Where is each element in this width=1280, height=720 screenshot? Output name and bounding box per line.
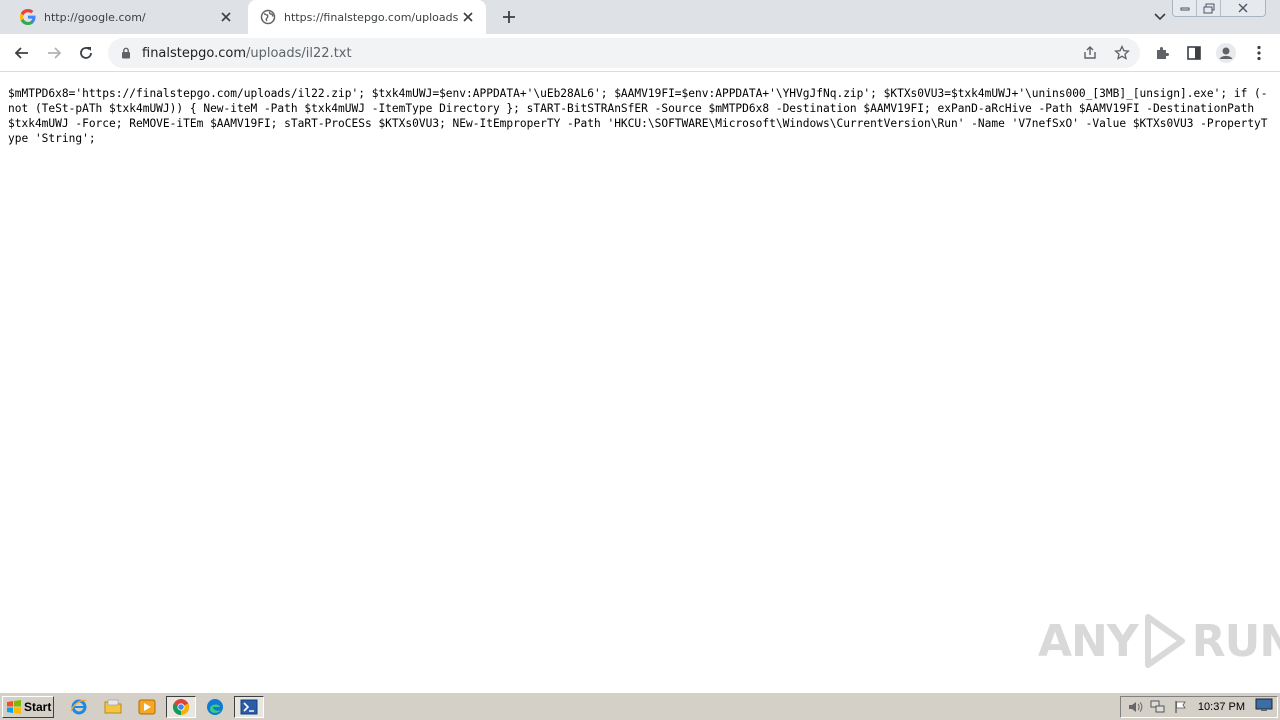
tab-strip: http://google.com/ https://finalstepgo.c… <box>0 0 1280 34</box>
action-center-flag-icon[interactable] <box>1172 699 1190 715</box>
profile-avatar-icon[interactable] <box>1216 43 1236 63</box>
network-icon[interactable] <box>1149 699 1167 715</box>
watermark-text-left: ANY <box>1038 615 1139 667</box>
back-button[interactable] <box>8 39 36 67</box>
url-path: /uploads/il22.txt <box>246 45 352 61</box>
url-domain: finalstepgo.com <box>142 45 246 61</box>
extensions-icon[interactable] <box>1152 43 1172 63</box>
tab-google[interactable]: http://google.com/ <box>8 0 244 34</box>
restore-button[interactable] <box>1197 0 1221 16</box>
forward-button[interactable] <box>40 39 68 67</box>
reload-icon <box>80 47 92 59</box>
tab-title: http://google.com/ <box>44 10 146 24</box>
speaker-icon[interactable] <box>1126 699 1144 715</box>
lock-icon[interactable] <box>118 45 134 61</box>
new-tab-button[interactable] <box>498 6 520 28</box>
tab-finalstepgo[interactable]: https://finalstepgo.com/uploads/il22.txt <box>248 0 486 34</box>
close-window-button[interactable] <box>1221 0 1265 16</box>
page-content: $mMTPD6x8='https://finalstepgo.com/uploa… <box>0 73 1280 692</box>
close-icon <box>1238 3 1248 13</box>
tray-clock[interactable]: 10:37 PM <box>1198 701 1245 713</box>
arrow-right-icon <box>48 47 62 59</box>
plain-text-body: $mMTPD6x8='https://finalstepgo.com/uploa… <box>8 87 1268 145</box>
system-tray: 10:37 PM <box>1120 696 1278 718</box>
share-icon[interactable] <box>1082 45 1098 61</box>
media-player-icon[interactable] <box>136 697 158 717</box>
arrow-left-icon <box>14 47 28 59</box>
windows-taskbar: Start 10:37 PM <box>0 692 1280 720</box>
plus-icon <box>503 11 515 23</box>
show-desktop-icon[interactable] <box>1255 698 1273 717</box>
chevron-down-icon <box>1154 13 1166 21</box>
window-controls <box>1172 0 1266 17</box>
globe-icon <box>260 9 276 25</box>
tab-title: https://finalstepgo.com/uploads/il22.txt <box>284 10 458 24</box>
close-tab-icon[interactable] <box>458 7 478 27</box>
url-text: finalstepgo.com/uploads/il22.txt <box>142 46 352 61</box>
bookmark-star-icon[interactable] <box>1114 45 1130 61</box>
minimize-button[interactable] <box>1173 0 1197 16</box>
play-logo-icon <box>1144 614 1185 668</box>
side-panel-icon[interactable] <box>1184 43 1204 63</box>
reload-button[interactable] <box>72 39 100 67</box>
anyrun-watermark: ANY RUN <box>1038 610 1280 672</box>
google-g-icon <box>20 9 36 25</box>
ie-icon[interactable] <box>68 697 90 717</box>
start-button[interactable]: Start <box>2 696 54 718</box>
address-bar[interactable]: finalstepgo.com/uploads/il22.txt <box>108 38 1140 68</box>
chrome-icon[interactable] <box>166 696 196 718</box>
browser-toolbar: finalstepgo.com/uploads/il22.txt <box>0 34 1280 72</box>
watermark-text-right: RUN <box>1191 615 1280 667</box>
windows-flag-icon <box>7 700 21 714</box>
restore-icon <box>1203 3 1214 13</box>
start-label: Start <box>24 700 52 714</box>
close-tab-icon[interactable] <box>216 7 236 27</box>
kebab-menu-icon[interactable] <box>1249 43 1269 63</box>
minimize-icon <box>1180 7 1189 11</box>
folder-icon[interactable] <box>102 697 124 717</box>
powershell-icon[interactable] <box>234 696 264 718</box>
edge-icon[interactable] <box>204 697 226 717</box>
tab-search-button[interactable] <box>1150 7 1170 27</box>
